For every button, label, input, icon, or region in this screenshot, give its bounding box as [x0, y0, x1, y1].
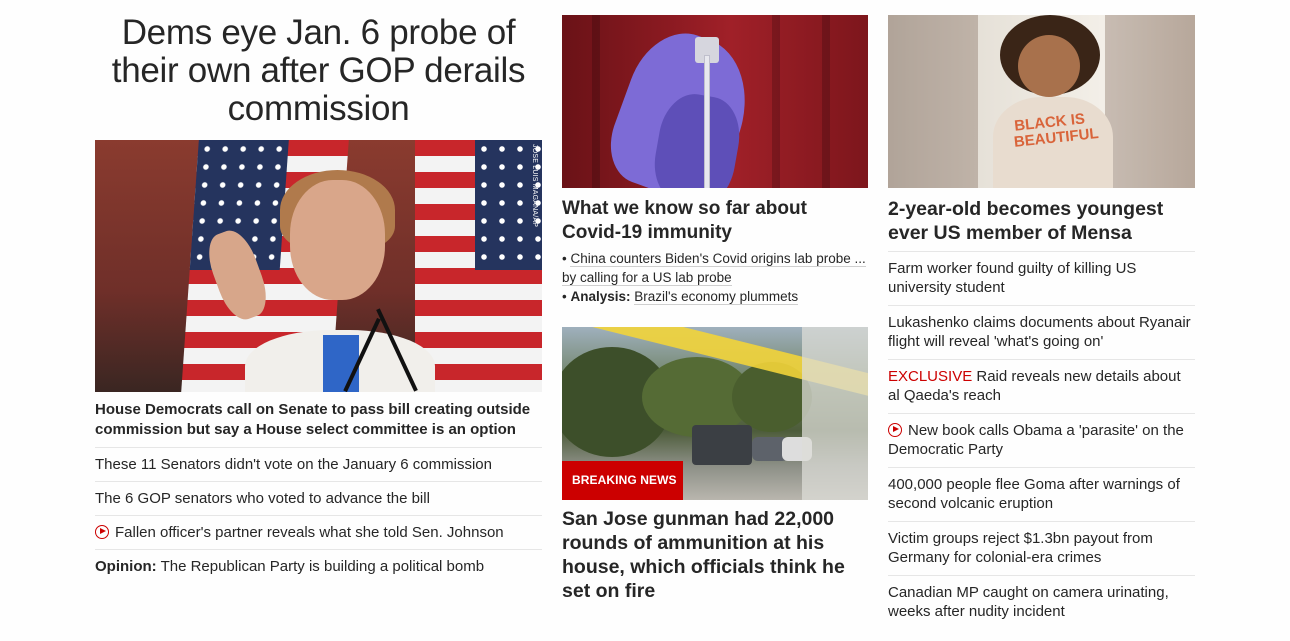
- middle-column: What we know so far about Covid-19 immun…: [562, 0, 868, 641]
- list-item[interactable]: 400,000 people flee Goma after warnings …: [888, 467, 1195, 521]
- list-item[interactable]: These 11 Senators didn't vote on the Jan…: [95, 447, 542, 481]
- speaker-figure: [200, 170, 435, 392]
- pelosi-press-image[interactable]: JOSE LUIS MAGANA/AP: [95, 140, 542, 392]
- link-text[interactable]: These 11 Senators didn't vote on the Jan…: [95, 456, 492, 473]
- armored-vehicle: [692, 425, 752, 465]
- related-links: Farm worker found guilty of killing US u…: [888, 251, 1195, 629]
- related-links: • China counters Biden's Covid origins l…: [562, 249, 868, 306]
- link-text[interactable]: New book calls Obama a 'parasite' on the…: [888, 422, 1184, 458]
- related-links: These 11 Senators didn't vote on the Jan…: [95, 447, 542, 583]
- syringe: [704, 55, 710, 188]
- link-text[interactable]: Lukashenko claims documents about Ryanai…: [888, 314, 1191, 350]
- list-item[interactable]: Opinion: The Republican Party is buildin…: [95, 549, 542, 583]
- link-text[interactable]: The 6 GOP senators who voted to advance …: [95, 490, 430, 507]
- play-icon: [95, 525, 109, 539]
- link-text[interactable]: The Republican Party is building a polit…: [161, 558, 485, 575]
- story-title[interactable]: 2-year-old becomes youngest ever US memb…: [888, 197, 1195, 251]
- left-column: Dems eye Jan. 6 probe of their own after…: [95, 0, 542, 583]
- list-item[interactable]: Lukashenko claims documents about Ryanai…: [888, 305, 1195, 359]
- vaccine-image[interactable]: [562, 15, 868, 188]
- mensa-child-image[interactable]: BLACK IS BEAUTIFUL: [888, 15, 1195, 188]
- list-item[interactable]: Fallen officer's partner reveals what sh…: [95, 515, 542, 549]
- link-text[interactable]: Brazil's economy plummets: [634, 289, 799, 305]
- link-text[interactable]: Fallen officer's partner reveals what sh…: [115, 524, 504, 541]
- link-text[interactable]: China counters Biden's Covid origins lab…: [562, 251, 866, 286]
- breaking-news-badge: BREAKING NEWS: [562, 461, 683, 500]
- story-title[interactable]: House Democrats call on Senate to pass b…: [95, 400, 542, 440]
- list-item[interactable]: Victim groups reject $1.3bn payout from …: [888, 521, 1195, 575]
- opinion-label: Opinion:: [95, 558, 157, 575]
- story-title[interactable]: What we know so far about Covid-19 immun…: [562, 197, 868, 245]
- right-column: BLACK IS BEAUTIFUL 2-year-old becomes yo…: [888, 0, 1195, 629]
- link-text[interactable]: Victim groups reject $1.3bn payout from …: [888, 530, 1153, 566]
- image-credit: JOSE LUIS MAGANA/AP: [531, 144, 538, 228]
- main-headline[interactable]: Dems eye Jan. 6 probe of their own after…: [95, 14, 542, 128]
- list-item[interactable]: • Analysis: Brazil's economy plummets: [562, 287, 868, 306]
- link-text[interactable]: Canadian MP caught on camera urinating, …: [888, 584, 1169, 620]
- list-item[interactable]: New book calls Obama a 'parasite' on the…: [888, 413, 1195, 467]
- link-text[interactable]: Farm worker found guilty of killing US u…: [888, 260, 1136, 296]
- list-item[interactable]: Farm worker found guilty of killing US u…: [888, 251, 1195, 305]
- list-item[interactable]: EXCLUSIVE Raid reveals new details about…: [888, 359, 1195, 413]
- list-item[interactable]: • China counters Biden's Covid origins l…: [562, 249, 868, 287]
- link-text[interactable]: 400,000 people flee Goma after warnings …: [888, 476, 1180, 512]
- list-item[interactable]: Canadian MP caught on camera urinating, …: [888, 575, 1195, 629]
- story-title[interactable]: San Jose gunman had 22,000 rounds of amm…: [562, 507, 868, 603]
- exclusive-label: EXCLUSIVE: [888, 368, 973, 385]
- list-item[interactable]: The 6 GOP senators who voted to advance …: [95, 481, 542, 515]
- analysis-label: Analysis:: [570, 289, 631, 304]
- san-jose-scene-image[interactable]: BREAKING NEWS: [562, 327, 868, 500]
- play-icon: [888, 423, 902, 437]
